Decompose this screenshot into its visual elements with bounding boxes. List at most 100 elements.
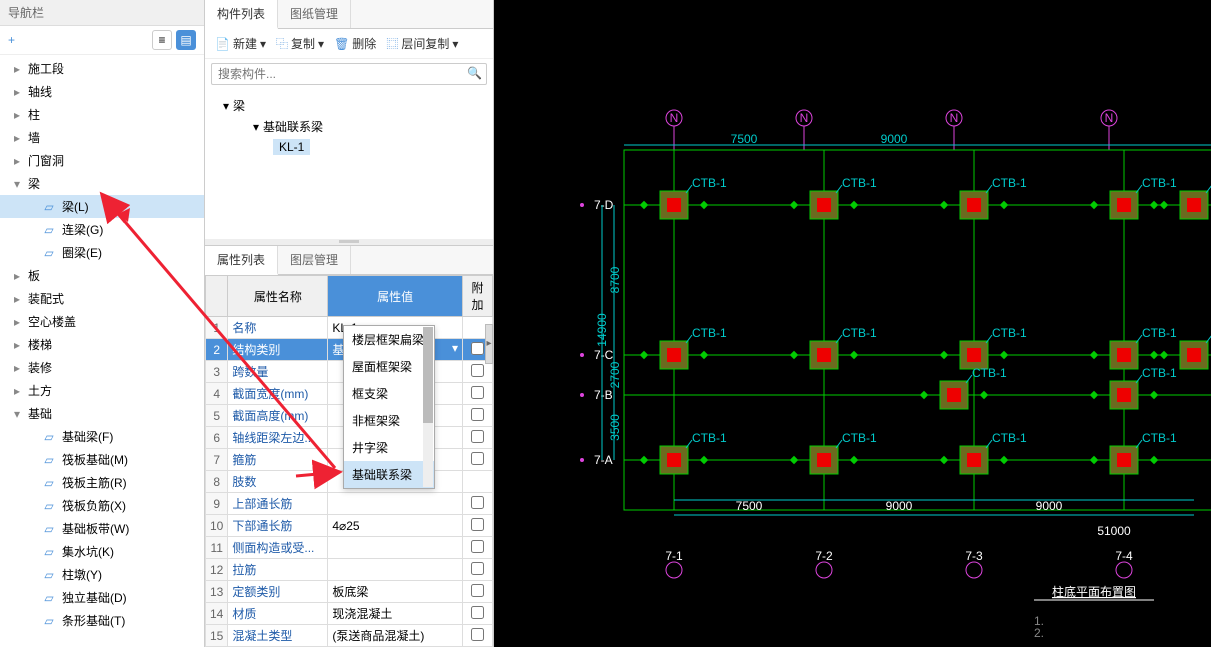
tree-node-leaf[interactable]: KL-1 <box>215 137 483 157</box>
prop-extra-checkbox[interactable] <box>471 342 484 355</box>
svg-text:7-3: 7-3 <box>965 549 983 563</box>
svg-text:51000: 51000 <box>1097 524 1131 538</box>
copy-button[interactable]: ⿻复制 ▾ <box>272 33 328 54</box>
nav-subitem[interactable]: ▱基础梁(F) <box>0 425 204 448</box>
svg-text:CTB-1: CTB-1 <box>992 326 1027 340</box>
prop-extra-checkbox[interactable] <box>471 628 484 641</box>
nav-subitem[interactable]: ▱柱墩(Y) <box>0 563 204 586</box>
nav-item[interactable]: ▸装配式 <box>0 287 204 310</box>
nav-subitem[interactable]: ▱独立基础(D) <box>0 586 204 609</box>
floor-copy-button[interactable]: ⿴层间复制 ▾ <box>382 33 462 54</box>
pier-icon: ▱ <box>42 568 56 582</box>
nav-item[interactable]: ▸轴线 <box>0 80 204 103</box>
svg-text:CTB-1: CTB-1 <box>972 366 1007 380</box>
tab-component-list[interactable]: 构件列表 <box>205 0 278 29</box>
tab-drawing-mgmt[interactable]: 图纸管理 <box>278 0 351 28</box>
svg-text:柱底平面布置图: 柱底平面布置图 <box>1052 584 1136 599</box>
new-button[interactable]: 📄新建 ▾ <box>211 33 270 54</box>
struct-type-dropdown[interactable]: 楼层框架扁梁屋面框架梁框支梁非框架梁井字梁基础联系梁 <box>343 325 435 489</box>
svg-text:CTB-1: CTB-1 <box>1142 326 1177 340</box>
nav-subitem[interactable]: ▱筏板基础(M) <box>0 448 204 471</box>
cbeam-icon: ▱ <box>42 223 56 237</box>
property-row[interactable]: 11侧面构造或受... <box>206 537 493 559</box>
splitter[interactable] <box>205 239 493 245</box>
svg-text:CTB-1: CTB-1 <box>1142 431 1177 445</box>
property-row[interactable]: 10下部通长筋4⌀25 <box>206 515 493 537</box>
property-row[interactable]: 14材质现浇混凝土 <box>206 603 493 625</box>
dropdown-option[interactable]: 框支梁 <box>344 380 434 407</box>
view-card-button[interactable]: ▤ <box>176 30 196 50</box>
tab-layer-mgmt[interactable]: 图层管理 <box>278 246 351 274</box>
view-list-button[interactable]: ≡ <box>152 30 172 50</box>
svg-text:7-D: 7-D <box>594 198 614 212</box>
nav-item[interactable]: ▸空心楼盖 <box>0 310 204 333</box>
property-row[interactable]: 9上部通长筋 <box>206 493 493 515</box>
svg-text:7-4: 7-4 <box>1115 549 1133 563</box>
property-row[interactable]: 12拉筋 <box>206 559 493 581</box>
add-icon[interactable]: + <box>8 33 15 47</box>
svg-text:9000: 9000 <box>886 499 913 513</box>
delete-icon: 🗑 <box>334 37 349 51</box>
fbeam-icon: ▱ <box>42 430 56 444</box>
svg-text:CTB-1: CTB-1 <box>692 176 727 190</box>
prop-extra-checkbox[interactable] <box>471 562 484 575</box>
svg-text:2.: 2. <box>1034 626 1044 640</box>
nav-item[interactable]: ▸施工段 <box>0 57 204 80</box>
svg-text:7500: 7500 <box>731 132 758 146</box>
nav-subitem[interactable]: ▱连梁(G) <box>0 218 204 241</box>
dropdown-option[interactable]: 屋面框架梁 <box>344 353 434 380</box>
nav-item[interactable]: ▸板 <box>0 264 204 287</box>
collapse-handle[interactable]: ▸ <box>485 324 493 364</box>
nav-subitem[interactable]: ▱基础板带(W) <box>0 517 204 540</box>
nav-subitem[interactable]: ▱圈梁(E) <box>0 241 204 264</box>
dropdown-option[interactable]: 楼层框架扁梁 <box>344 326 434 353</box>
nav-subitem[interactable]: ▱筏板主筋(R) <box>0 471 204 494</box>
prop-extra-checkbox[interactable] <box>471 386 484 399</box>
prop-extra-checkbox[interactable] <box>471 540 484 553</box>
property-tabs: 属性列表 图层管理 <box>205 246 493 275</box>
svg-text:7500: 7500 <box>736 499 763 513</box>
tab-property-list[interactable]: 属性列表 <box>205 246 278 275</box>
iso-icon: ▱ <box>42 591 56 605</box>
nav-item[interactable]: ▾梁 <box>0 172 204 195</box>
search-icon[interactable]: 🔍 <box>467 66 482 80</box>
nav-subitem[interactable]: ▱条形基础(T) <box>0 609 204 632</box>
search-input[interactable] <box>211 63 487 85</box>
prop-extra-checkbox[interactable] <box>471 518 484 531</box>
nav-item[interactable]: ▸墙 <box>0 126 204 149</box>
nav-item[interactable]: ▸柱 <box>0 103 204 126</box>
property-row[interactable]: 15混凝土类型(泵送商品混凝土) <box>206 625 493 647</box>
svg-text:3500: 3500 <box>608 414 622 441</box>
dropdown-option[interactable]: 非框架梁 <box>344 407 434 434</box>
svg-text:7-2: 7-2 <box>815 549 833 563</box>
property-row[interactable]: 13定额类别板底梁 <box>206 581 493 603</box>
delete-button[interactable]: 🗑删除 <box>330 33 380 54</box>
tree-node-child[interactable]: ▾基础联系梁 <box>215 116 483 137</box>
cad-viewport[interactable]: NNNN75009000CTB-1CTB-1CTB-1CTB-1CTB-1CTB… <box>494 0 1211 647</box>
nav-item[interactable]: ▸楼梯 <box>0 333 204 356</box>
prop-extra-checkbox[interactable] <box>471 452 484 465</box>
prop-extra-checkbox[interactable] <box>471 606 484 619</box>
nav-subitem[interactable]: ▱筏板负筋(X) <box>0 494 204 517</box>
prop-extra-checkbox[interactable] <box>471 496 484 509</box>
prop-extra-checkbox[interactable] <box>471 408 484 421</box>
nav-header: 导航栏 <box>0 0 204 26</box>
nav-item[interactable]: ▸门窗洞 <box>0 149 204 172</box>
tree-node-root[interactable]: ▾梁 <box>215 95 483 116</box>
prop-extra-checkbox[interactable] <box>471 364 484 377</box>
nav-tree: ▸施工段▸轴线▸柱▸墙▸门窗洞▾梁▱梁(L)▱连梁(G)▱圈梁(E)▸板▸装配式… <box>0 55 204 647</box>
dropdown-option[interactable]: 井字梁 <box>344 434 434 461</box>
nav-item[interactable]: ▸装修 <box>0 356 204 379</box>
copy-icon: ⿻ <box>276 35 288 52</box>
prop-extra-checkbox[interactable] <box>471 584 484 597</box>
nav-item[interactable]: ▸土方 <box>0 379 204 402</box>
nav-subitem[interactable]: ▱集水坑(K) <box>0 540 204 563</box>
beam-icon: ▱ <box>42 200 56 214</box>
nav-item[interactable]: ▾基础 <box>0 402 204 425</box>
svg-text:9000: 9000 <box>881 132 908 146</box>
nav-subitem[interactable]: ▱梁(L) <box>0 195 204 218</box>
prop-extra-checkbox[interactable] <box>471 430 484 443</box>
svg-text:7-A: 7-A <box>594 453 613 467</box>
dropdown-option[interactable]: 基础联系梁 <box>344 461 434 488</box>
component-tree: ▾梁 ▾基础联系梁 KL-1 <box>205 89 493 239</box>
